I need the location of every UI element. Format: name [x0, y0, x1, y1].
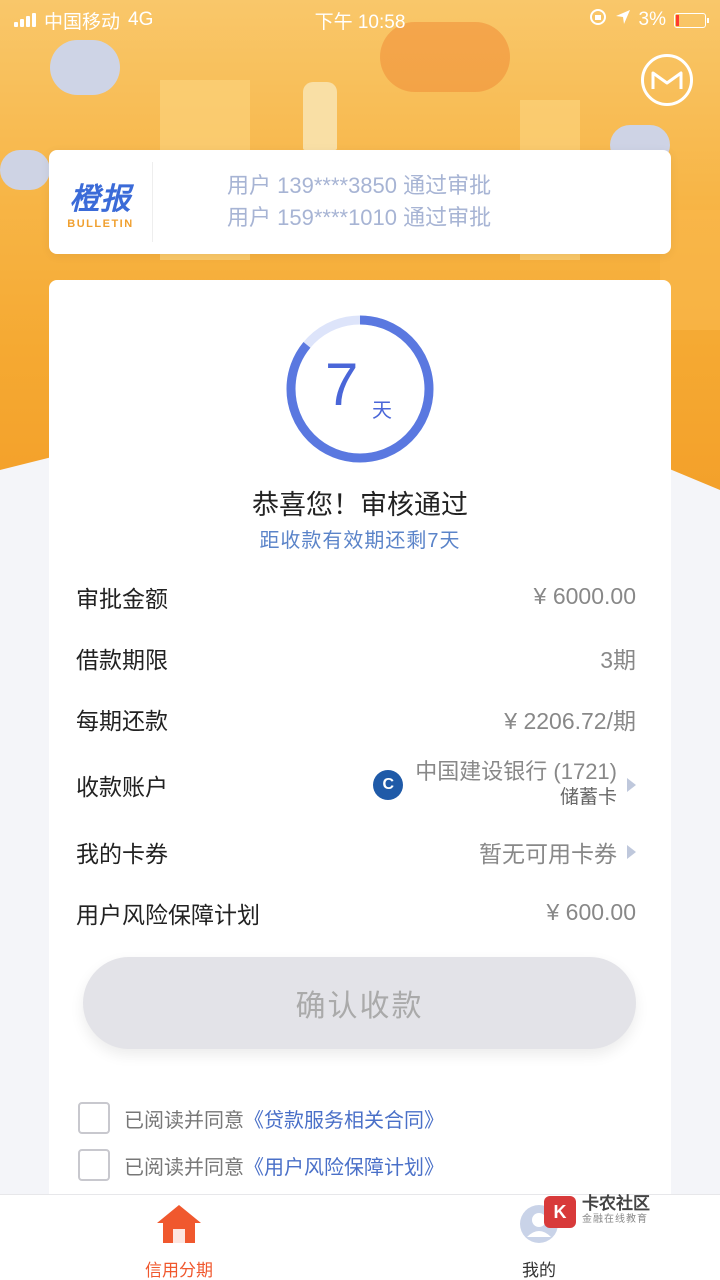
bulletin-logo-text: 橙报 [69, 183, 132, 216]
account-value: C 中国建设银行 (1721) 储蓄卡 [373, 759, 636, 811]
battery-icon [674, 12, 709, 28]
cloud-decoration [50, 40, 120, 95]
approval-card: 7 天 恭喜您！审核通过 距收款有效期还剩7天 审批金额 ¥ 6000.00 借… [49, 280, 671, 1210]
protection-label: 用户风险保障计划 [76, 901, 260, 928]
coupon-value-text: 暂无可用卡券 [479, 840, 617, 867]
result-subtitle: 距收款有效期还剩7天 [259, 530, 461, 552]
location-icon [615, 9, 631, 31]
protection-plan-link[interactable]: 《用户风险保障计划》 [244, 1151, 444, 1180]
detail-row-term: 借款期限 3期 [76, 627, 636, 688]
bulletin-item: 用户 159****1010 通过审批 [227, 205, 492, 230]
cloud-decoration [0, 150, 50, 190]
watermark: K 卡农社区 金融在线教育 [544, 1190, 714, 1234]
term-label: 借款期限 [76, 646, 168, 673]
confirm-receive-button[interactable]: 确认收款 [83, 957, 636, 1049]
account-label: 收款账户 [76, 774, 168, 800]
countdown-progress [286, 315, 434, 463]
home-icon [155, 1203, 203, 1250]
countdown-unit: 天 [372, 400, 392, 422]
carrier-label: 中国移动 [44, 11, 121, 33]
status-bar: 中国移动 4G 下午 10:58 3% [0, 0, 720, 40]
bulletin-list: 用户 139****3850 通过审批 用户 159****1010 通过审批 [153, 170, 491, 234]
chevron-right-icon [627, 778, 636, 792]
detail-row-account[interactable]: 收款账户 C 中国建设银行 (1721) 储蓄卡 [76, 749, 636, 821]
amount-value: ¥ 6000.00 [533, 583, 636, 609]
watermark-subtitle: 金融在线教育 [582, 1214, 648, 1225]
protection-value: ¥ 600.00 [546, 899, 636, 925]
countdown-days: 7 [325, 351, 359, 418]
agreement-row-protection: 已阅读并同意 《用户风险保障计划》 [78, 1149, 444, 1181]
watermark-logo-icon: K [544, 1196, 576, 1228]
message-icon[interactable] [641, 54, 693, 106]
bulletin-logo: 橙报 BULLETIN [49, 162, 153, 242]
agree-protection-checkbox[interactable] [78, 1149, 110, 1181]
coupon-label: 我的卡券 [76, 840, 168, 867]
chevron-right-icon [627, 844, 636, 859]
coupon-value: 暂无可用卡券 [479, 835, 636, 869]
tab-installment-label: 信用分期 [145, 1261, 213, 1280]
bulletin-logo-subtext: BULLETIN [67, 218, 134, 230]
detail-row-coupon[interactable]: 我的卡券 暂无可用卡券 [76, 821, 636, 882]
bulletin-card: 橙报 BULLETIN 用户 139****3850 通过审批 用户 159**… [49, 150, 671, 254]
detail-row-amount: 审批金额 ¥ 6000.00 [76, 566, 636, 627]
tab-installment[interactable]: 信用分期 [119, 1203, 239, 1280]
battery-percent: 3% [638, 9, 666, 30]
network-label: 4G [128, 9, 154, 30]
account-type: 储蓄卡 [559, 787, 617, 808]
agreement-prefix: 已阅读并同意 [124, 1156, 244, 1179]
contract-link[interactable]: 《贷款服务相关合同》 [244, 1104, 444, 1133]
detail-list: 审批金额 ¥ 6000.00 借款期限 3期 每期还款 ¥ 2206.72/期 … [76, 566, 636, 943]
installment-label: 每期还款 [76, 707, 168, 734]
amount-label: 审批金额 [76, 585, 168, 612]
agree-contract-checkbox[interactable] [78, 1102, 110, 1134]
bulletin-item: 用户 139****3850 通过审批 [227, 173, 492, 198]
countdown-ring: 7 天 [285, 314, 435, 464]
person-illustration [303, 82, 337, 150]
ccb-bank-icon: C [373, 770, 404, 800]
detail-row-installment: 每期还款 ¥ 2206.72/期 [76, 688, 636, 749]
installment-value: ¥ 2206.72/期 [504, 707, 636, 734]
agreement-row-contract: 已阅读并同意 《贷款服务相关合同》 [78, 1102, 444, 1134]
signal-icon [14, 13, 36, 27]
agreement-prefix: 已阅读并同意 [124, 1109, 244, 1132]
detail-row-protection: 用户风险保障计划 ¥ 600.00 [76, 882, 636, 943]
watermark-title: 卡农社区 [582, 1194, 650, 1213]
tab-mine-label: 我的 [522, 1261, 556, 1280]
term-value: 3期 [600, 646, 636, 673]
account-bank: 中国建设银行 (1721) [415, 759, 617, 784]
result-title: 恭喜您！审核通过 [252, 490, 468, 520]
rotation-lock-icon [589, 8, 607, 32]
